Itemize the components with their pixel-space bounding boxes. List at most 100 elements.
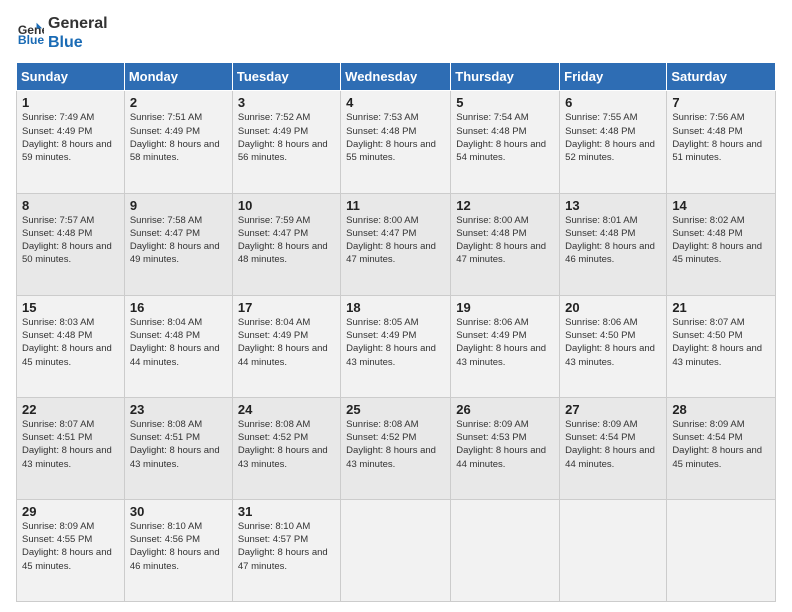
sunset-label: Sunset: 4:49 PM (238, 330, 308, 341)
col-header-thursday: Thursday (451, 63, 560, 91)
daylight-label: Daylight: 8 hours and 44 minutes. (130, 343, 220, 367)
sunset-label: Sunset: 4:48 PM (456, 126, 526, 137)
calendar-week-3: 15 Sunrise: 8:03 AM Sunset: 4:48 PM Dayl… (17, 295, 776, 397)
sunset-label: Sunset: 4:47 PM (238, 228, 308, 239)
calendar-cell: 6 Sunrise: 7:55 AM Sunset: 4:48 PM Dayli… (560, 91, 667, 193)
calendar-cell: 20 Sunrise: 8:06 AM Sunset: 4:50 PM Dayl… (560, 295, 667, 397)
day-info: Sunrise: 7:51 AM Sunset: 4:49 PM Dayligh… (130, 111, 227, 164)
calendar-week-1: 1 Sunrise: 7:49 AM Sunset: 4:49 PM Dayli… (17, 91, 776, 193)
calendar-cell: 26 Sunrise: 8:09 AM Sunset: 4:53 PM Dayl… (451, 397, 560, 499)
day-number: 8 (22, 198, 119, 213)
daylight-label: Daylight: 8 hours and 59 minutes. (22, 139, 112, 163)
sunrise-label: Sunrise: 8:04 AM (238, 317, 310, 328)
sunset-label: Sunset: 4:49 PM (456, 330, 526, 341)
calendar-cell: 9 Sunrise: 7:58 AM Sunset: 4:47 PM Dayli… (124, 193, 232, 295)
day-info: Sunrise: 8:10 AM Sunset: 4:56 PM Dayligh… (130, 520, 227, 573)
daylight-label: Daylight: 8 hours and 46 minutes. (565, 241, 655, 265)
sunrise-label: Sunrise: 8:07 AM (672, 317, 744, 328)
sunset-label: Sunset: 4:49 PM (22, 126, 92, 137)
day-number: 7 (672, 95, 770, 110)
sunrise-label: Sunrise: 8:00 AM (456, 215, 528, 226)
day-info: Sunrise: 8:09 AM Sunset: 4:55 PM Dayligh… (22, 520, 119, 573)
sunset-label: Sunset: 4:48 PM (672, 126, 742, 137)
sunrise-label: Sunrise: 8:07 AM (22, 419, 94, 430)
calendar-cell (451, 499, 560, 601)
calendar-cell (341, 499, 451, 601)
day-number: 30 (130, 504, 227, 519)
calendar-cell: 18 Sunrise: 8:05 AM Sunset: 4:49 PM Dayl… (341, 295, 451, 397)
daylight-label: Daylight: 8 hours and 55 minutes. (346, 139, 436, 163)
sunset-label: Sunset: 4:48 PM (672, 228, 742, 239)
day-number: 11 (346, 198, 445, 213)
day-info: Sunrise: 7:59 AM Sunset: 4:47 PM Dayligh… (238, 214, 335, 267)
calendar-cell (667, 499, 776, 601)
header: General Blue General Blue (16, 14, 776, 52)
calendar-cell: 17 Sunrise: 8:04 AM Sunset: 4:49 PM Dayl… (232, 295, 340, 397)
day-info: Sunrise: 7:53 AM Sunset: 4:48 PM Dayligh… (346, 111, 445, 164)
day-info: Sunrise: 8:06 AM Sunset: 4:49 PM Dayligh… (456, 316, 554, 369)
col-header-wednesday: Wednesday (341, 63, 451, 91)
day-number: 1 (22, 95, 119, 110)
daylight-label: Daylight: 8 hours and 44 minutes. (456, 445, 546, 469)
daylight-label: Daylight: 8 hours and 52 minutes. (565, 139, 655, 163)
sunrise-label: Sunrise: 8:08 AM (238, 419, 310, 430)
day-info: Sunrise: 8:00 AM Sunset: 4:47 PM Dayligh… (346, 214, 445, 267)
day-number: 10 (238, 198, 335, 213)
calendar-cell: 15 Sunrise: 8:03 AM Sunset: 4:48 PM Dayl… (17, 295, 125, 397)
calendar-cell: 8 Sunrise: 7:57 AM Sunset: 4:48 PM Dayli… (17, 193, 125, 295)
col-header-sunday: Sunday (17, 63, 125, 91)
col-header-monday: Monday (124, 63, 232, 91)
calendar-cell: 3 Sunrise: 7:52 AM Sunset: 4:49 PM Dayli… (232, 91, 340, 193)
logo-text: General Blue (48, 14, 108, 52)
day-number: 9 (130, 198, 227, 213)
calendar-cell: 12 Sunrise: 8:00 AM Sunset: 4:48 PM Dayl… (451, 193, 560, 295)
day-info: Sunrise: 7:55 AM Sunset: 4:48 PM Dayligh… (565, 111, 661, 164)
sunset-label: Sunset: 4:51 PM (22, 432, 92, 443)
calendar-cell: 5 Sunrise: 7:54 AM Sunset: 4:48 PM Dayli… (451, 91, 560, 193)
day-number: 25 (346, 402, 445, 417)
sunset-label: Sunset: 4:47 PM (130, 228, 200, 239)
daylight-label: Daylight: 8 hours and 56 minutes. (238, 139, 328, 163)
day-number: 15 (22, 300, 119, 315)
day-info: Sunrise: 7:52 AM Sunset: 4:49 PM Dayligh… (238, 111, 335, 164)
day-info: Sunrise: 8:09 AM Sunset: 4:53 PM Dayligh… (456, 418, 554, 471)
day-number: 5 (456, 95, 554, 110)
daylight-label: Daylight: 8 hours and 47 minutes. (238, 547, 328, 571)
sunset-label: Sunset: 4:51 PM (130, 432, 200, 443)
sunrise-label: Sunrise: 7:59 AM (238, 215, 310, 226)
sunrise-label: Sunrise: 8:10 AM (130, 521, 202, 532)
daylight-label: Daylight: 8 hours and 43 minutes. (346, 343, 436, 367)
sunrise-label: Sunrise: 8:02 AM (672, 215, 744, 226)
daylight-label: Daylight: 8 hours and 43 minutes. (130, 445, 220, 469)
calendar-cell: 23 Sunrise: 8:08 AM Sunset: 4:51 PM Dayl… (124, 397, 232, 499)
day-number: 24 (238, 402, 335, 417)
day-info: Sunrise: 7:54 AM Sunset: 4:48 PM Dayligh… (456, 111, 554, 164)
daylight-label: Daylight: 8 hours and 48 minutes. (238, 241, 328, 265)
calendar-cell: 28 Sunrise: 8:09 AM Sunset: 4:54 PM Dayl… (667, 397, 776, 499)
sunrise-label: Sunrise: 7:52 AM (238, 112, 310, 123)
calendar-cell: 29 Sunrise: 8:09 AM Sunset: 4:55 PM Dayl… (17, 499, 125, 601)
daylight-label: Daylight: 8 hours and 50 minutes. (22, 241, 112, 265)
day-info: Sunrise: 8:07 AM Sunset: 4:51 PM Dayligh… (22, 418, 119, 471)
day-info: Sunrise: 8:01 AM Sunset: 4:48 PM Dayligh… (565, 214, 661, 267)
daylight-label: Daylight: 8 hours and 54 minutes. (456, 139, 546, 163)
sunrise-label: Sunrise: 8:09 AM (456, 419, 528, 430)
day-number: 26 (456, 402, 554, 417)
day-info: Sunrise: 8:09 AM Sunset: 4:54 PM Dayligh… (565, 418, 661, 471)
day-info: Sunrise: 7:56 AM Sunset: 4:48 PM Dayligh… (672, 111, 770, 164)
sunset-label: Sunset: 4:49 PM (346, 330, 416, 341)
day-info: Sunrise: 8:08 AM Sunset: 4:51 PM Dayligh… (130, 418, 227, 471)
day-number: 16 (130, 300, 227, 315)
day-info: Sunrise: 8:00 AM Sunset: 4:48 PM Dayligh… (456, 214, 554, 267)
calendar-cell: 24 Sunrise: 8:08 AM Sunset: 4:52 PM Dayl… (232, 397, 340, 499)
day-number: 20 (565, 300, 661, 315)
sunset-label: Sunset: 4:50 PM (565, 330, 635, 341)
sunset-label: Sunset: 4:53 PM (456, 432, 526, 443)
calendar-header: SundayMondayTuesdayWednesdayThursdayFrid… (17, 63, 776, 91)
day-number: 31 (238, 504, 335, 519)
calendar-table: SundayMondayTuesdayWednesdayThursdayFrid… (16, 62, 776, 602)
sunset-label: Sunset: 4:52 PM (346, 432, 416, 443)
calendar-cell: 11 Sunrise: 8:00 AM Sunset: 4:47 PM Dayl… (341, 193, 451, 295)
day-info: Sunrise: 7:49 AM Sunset: 4:49 PM Dayligh… (22, 111, 119, 164)
day-number: 12 (456, 198, 554, 213)
